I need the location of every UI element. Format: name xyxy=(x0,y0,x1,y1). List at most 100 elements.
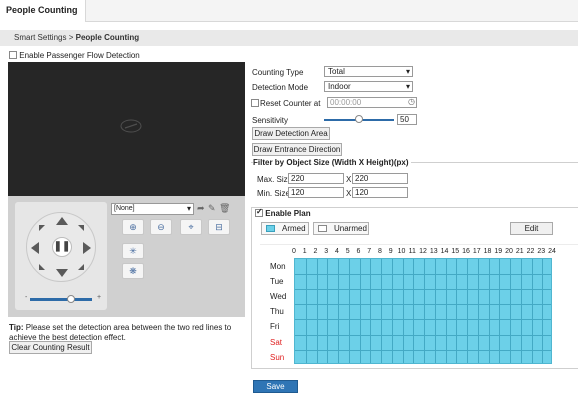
armed-legend-button[interactable]: Armed xyxy=(261,222,309,235)
pause-icon[interactable]: ❚❚ xyxy=(52,237,72,257)
reset-counter-label: Reset Counter at xyxy=(260,99,321,108)
hour-label: 14 xyxy=(440,248,449,255)
delete-preset-icon[interactable]: 🗑 xyxy=(219,203,230,214)
hour-label: 17 xyxy=(472,248,481,255)
preset-select[interactable]: [None] xyxy=(111,203,194,215)
save-button[interactable]: Save xyxy=(253,380,298,393)
edit-preset-icon[interactable]: ✎ xyxy=(208,203,216,214)
day-label: Sat xyxy=(270,337,283,347)
schedule-grid[interactable] xyxy=(294,258,552,364)
sensitivity-label: Sensitivity xyxy=(252,116,289,125)
hour-label: 21 xyxy=(515,248,524,255)
min-height-input[interactable]: 120 xyxy=(352,187,408,198)
light-button[interactable]: ✳ xyxy=(122,243,144,259)
sensitivity-knob[interactable] xyxy=(355,115,363,123)
day-label: Fri xyxy=(270,322,280,332)
hour-label: 1 xyxy=(302,248,307,255)
arrow-left-icon[interactable] xyxy=(31,242,39,254)
hour-label: 8 xyxy=(378,248,382,255)
speed-max-label: + xyxy=(97,294,102,301)
grid-day-line xyxy=(295,319,551,321)
hour-label: 0 xyxy=(292,248,296,255)
detection-mode-label: Detection Mode xyxy=(252,83,309,92)
arrow-down-left-icon[interactable] xyxy=(39,264,45,270)
min-x-label: X xyxy=(346,189,352,198)
hour-label: 12 xyxy=(419,248,427,255)
sensitivity-input[interactable]: 50 xyxy=(397,114,417,125)
enable-flow-label: Enable Passenger Flow Detection xyxy=(19,51,140,60)
arrow-up-icon[interactable] xyxy=(56,217,68,225)
max-height-input[interactable]: 220 xyxy=(352,173,408,184)
hour-label: 11 xyxy=(408,248,416,255)
max-x-label: X xyxy=(346,175,352,184)
detection-mode-select[interactable]: Indoor xyxy=(324,81,413,92)
day-label: Wed xyxy=(270,292,287,302)
hour-label: 4 xyxy=(335,248,339,255)
breadcrumb-current: People Counting xyxy=(75,33,140,42)
camera-logo-icon xyxy=(120,119,142,133)
arrow-down-right-icon[interactable] xyxy=(78,264,84,270)
breadcrumb-separator: > xyxy=(68,33,74,42)
draw-detection-area-button[interactable]: Draw Detection Area xyxy=(252,127,330,140)
focus-far-button[interactable]: ⊟ xyxy=(208,219,230,235)
hour-label: 10 xyxy=(397,248,406,255)
enable-plan-row: Enable Plan xyxy=(255,207,311,218)
ptz-speed-knob[interactable] xyxy=(67,295,75,303)
enable-plan-label: Enable Plan xyxy=(265,209,311,218)
grid-day-line xyxy=(295,289,551,291)
focus-near-button[interactable]: ⌖ xyxy=(180,219,202,235)
hour-label: 6 xyxy=(356,248,361,255)
hour-label: 16 xyxy=(462,248,470,255)
breadcrumb-parent[interactable]: Smart Settings xyxy=(14,33,66,42)
speed-min-label: - xyxy=(25,294,28,301)
hour-label: 24 xyxy=(548,248,556,255)
armed-label: Armed xyxy=(282,224,306,233)
max-width-input[interactable]: 220 xyxy=(288,173,344,184)
draw-entrance-direction-button[interactable]: Draw Entrance Direction xyxy=(252,143,342,156)
hour-label: 9 xyxy=(388,248,393,255)
grid-day-line xyxy=(295,274,551,276)
day-label: Thu xyxy=(270,307,284,317)
hour-label: 20 xyxy=(505,248,513,255)
reset-time-input[interactable]: 00:00:00 xyxy=(327,97,417,108)
max-size-label: Max. Size xyxy=(257,175,293,184)
enable-plan-checkbox[interactable] xyxy=(255,207,263,217)
hour-label: 19 xyxy=(494,248,503,255)
hour-label: 23 xyxy=(537,248,546,255)
day-label: Tue xyxy=(270,277,284,287)
min-width-input[interactable]: 120 xyxy=(288,187,344,198)
ptz-control-pad: ❚❚ - + xyxy=(15,202,107,310)
ptz-speed-slider[interactable] xyxy=(30,298,92,301)
min-size-label: Min. Size xyxy=(257,189,290,198)
arrow-right-icon[interactable] xyxy=(83,242,91,254)
arrow-up-right-icon[interactable] xyxy=(78,225,84,231)
unarmed-swatch xyxy=(318,225,327,232)
hour-label: 7 xyxy=(367,248,372,255)
hour-label: 18 xyxy=(483,248,492,255)
grid-day-line xyxy=(295,349,551,351)
tab-bar: People Counting xyxy=(0,0,578,22)
arrow-up-left-icon[interactable] xyxy=(39,225,45,231)
unarmed-legend-button[interactable]: Unarmed xyxy=(313,222,369,235)
enable-flow-checkbox[interactable] xyxy=(9,51,17,59)
edit-plan-button[interactable]: Edit xyxy=(510,222,553,235)
clear-counting-button[interactable]: Clear Counting Result xyxy=(9,341,92,354)
wiper-button[interactable]: ❋ xyxy=(122,263,144,279)
hour-label: 2 xyxy=(313,248,318,255)
tip-prefix: Tip: xyxy=(9,323,24,332)
unarmed-label: Unarmed xyxy=(334,224,367,233)
video-preview[interactable] xyxy=(8,62,245,196)
tip-text: Tip: Please set the detection area betwe… xyxy=(9,323,246,343)
counting-type-select[interactable]: Total xyxy=(324,66,413,77)
hour-label: 13 xyxy=(429,248,438,255)
breadcrumb: Smart Settings > People Counting xyxy=(0,30,578,46)
goto-preset-icon[interactable]: ➦ xyxy=(197,203,205,214)
grid-day-line xyxy=(295,304,551,306)
zoom-in-button[interactable]: ⊕ xyxy=(122,219,144,235)
hour-label: 3 xyxy=(324,248,329,255)
tab-people-counting[interactable]: People Counting xyxy=(0,0,86,22)
zoom-out-button[interactable]: ⊖ xyxy=(150,219,172,235)
arrow-down-icon[interactable] xyxy=(56,269,68,277)
clock-icon[interactable]: ◷ xyxy=(408,97,415,106)
reset-counter-checkbox[interactable] xyxy=(251,99,259,107)
